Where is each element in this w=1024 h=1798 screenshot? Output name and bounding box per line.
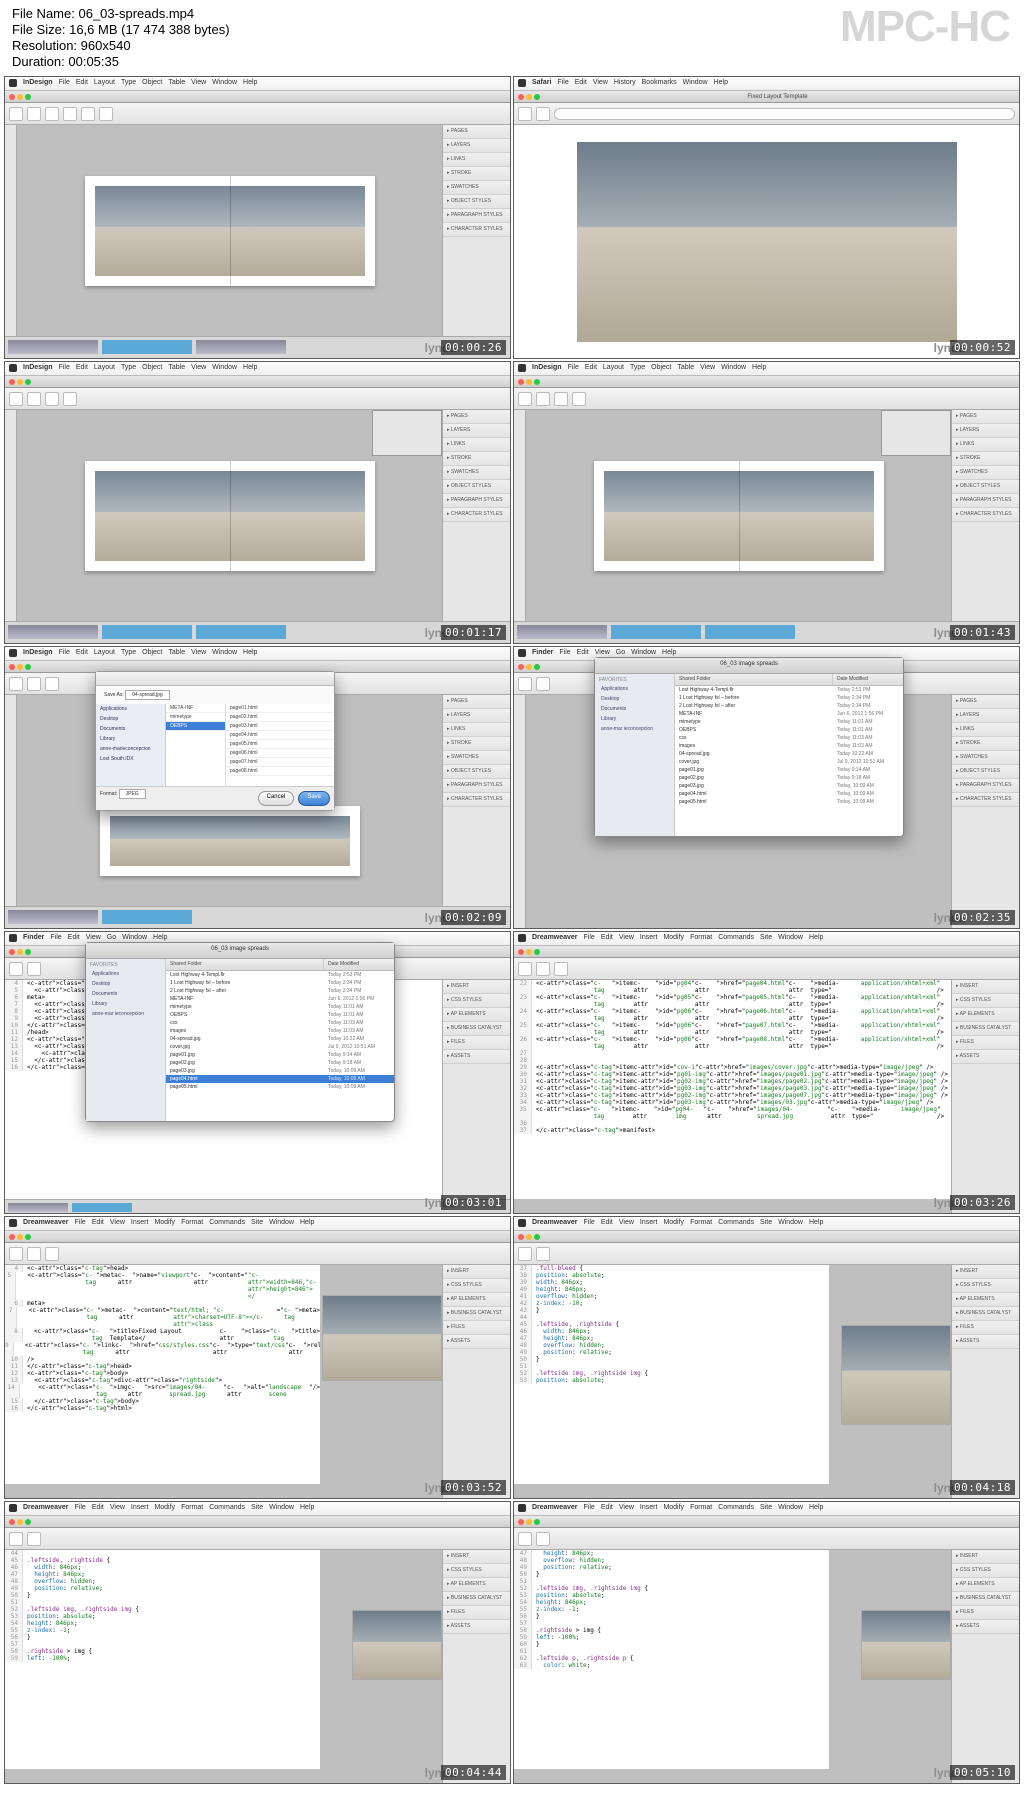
code-editor[interactable]: 47 height: 846px;48 overflow: hidden;49 …	[514, 1550, 829, 1769]
code-editor[interactable]: 4<c-attr">class="c-tag">head>5 <c-attr">…	[5, 1265, 320, 1484]
menubar[interactable]: SafariFileEditViewHistoryBookmarksWindow…	[514, 77, 1019, 91]
timestamp: 00:00:52	[950, 340, 1015, 355]
thumb-12: DreamweaverFileEditViewInsertModifyForma…	[513, 1501, 1020, 1784]
code-editor[interactable]: 22<c-attr">class="c-tag">item c-attr">id…	[514, 980, 951, 1199]
thumb-2: SafariFileEditViewHistoryBookmarksWindow…	[513, 76, 1020, 359]
thumbnail-grid: InDesignFileEditLayoutTypeObjectTableVie…	[0, 76, 1024, 1790]
toolbar[interactable]	[5, 103, 510, 125]
thumb-1: InDesignFileEditLayoutTypeObjectTableVie…	[4, 76, 511, 359]
live-preview	[861, 1610, 951, 1680]
live-preview	[352, 1610, 442, 1680]
preview-image	[577, 142, 957, 342]
thumb-5: InDesignFileEditLayoutTypeObjectTableVie…	[4, 646, 511, 929]
save-dialog[interactable]: Save As: 04-spread.jpg ApplicationsDeskt…	[95, 671, 335, 811]
thumb-9: DreamweaverFileEditViewInsertModifyForma…	[4, 1216, 511, 1499]
thumb-10: DreamweaverFileEditViewInsertModifyForma…	[513, 1216, 1020, 1499]
pages-panel-popup[interactable]	[372, 410, 442, 456]
file-info-header: MPC-HC File Name: 06_03-spreads.mp4 File…	[0, 0, 1024, 76]
mpc-watermark: MPC-HC	[840, 2, 1010, 52]
live-preview	[322, 1295, 442, 1381]
browser-toolbar[interactable]	[514, 103, 1019, 125]
thumb-8: DreamweaverFileEditViewInsertModifyForma…	[513, 931, 1020, 1214]
code-editor[interactable]: 37.full-bleed {38position: absolute;39wi…	[514, 1265, 829, 1484]
dialog-sidebar[interactable]: ApplicationsDesktopDocumentsLibraryanne-…	[96, 704, 166, 786]
thumb-11: DreamweaverFileEditViewInsertModifyForma…	[4, 1501, 511, 1784]
finder-window[interactable]: 06_03 image spreads FAVORITES Applicatio…	[85, 942, 395, 1122]
thumb-6: FinderFileEditViewGoWindowHelp ▸ PAGES▸ …	[513, 646, 1020, 929]
finder-window[interactable]: 06_03 image spreads FAVORITES Applicatio…	[594, 657, 904, 837]
save-button[interactable]: Save	[298, 791, 330, 806]
thumb-7: FinderFileEditViewGoWindowHelp ▸ INSERT▸…	[4, 931, 511, 1214]
titlebar	[5, 91, 510, 103]
format-select[interactable]: JPEG	[119, 789, 146, 799]
canvas[interactable]	[17, 125, 442, 336]
tools-panel[interactable]	[5, 125, 17, 358]
cancel-button[interactable]: Cancel	[258, 791, 295, 806]
thumb-3: InDesignFileEditLayoutTypeObjectTableVie…	[4, 361, 511, 644]
live-preview	[841, 1325, 951, 1425]
timestamp: 00:00:26	[441, 340, 506, 355]
menubar[interactable]: InDesignFileEditLayoutTypeObjectTableVie…	[5, 77, 510, 91]
titlebar: Fixed Layout Template	[514, 91, 1019, 103]
dialog-mid[interactable]: META-INFmimetypeOEBPS	[166, 704, 226, 786]
panels-right[interactable]: ▸ PAGES▸ LAYERS▸ LINKS▸ STROKE▸ SWATCHES…	[442, 125, 510, 358]
pages-panel-popup[interactable]	[881, 410, 951, 456]
code-editor[interactable]: 4445.leftside, .rightside {46 width: 846…	[5, 1550, 320, 1769]
save-as-input[interactable]: 04-spread.jpg	[125, 690, 170, 700]
dialog-right[interactable]: page01.htmlpage02.htmlpage03.htmlpage04.…	[226, 704, 334, 786]
thumb-4: InDesignFileEditLayoutTypeObjectTableVie…	[513, 361, 1020, 644]
